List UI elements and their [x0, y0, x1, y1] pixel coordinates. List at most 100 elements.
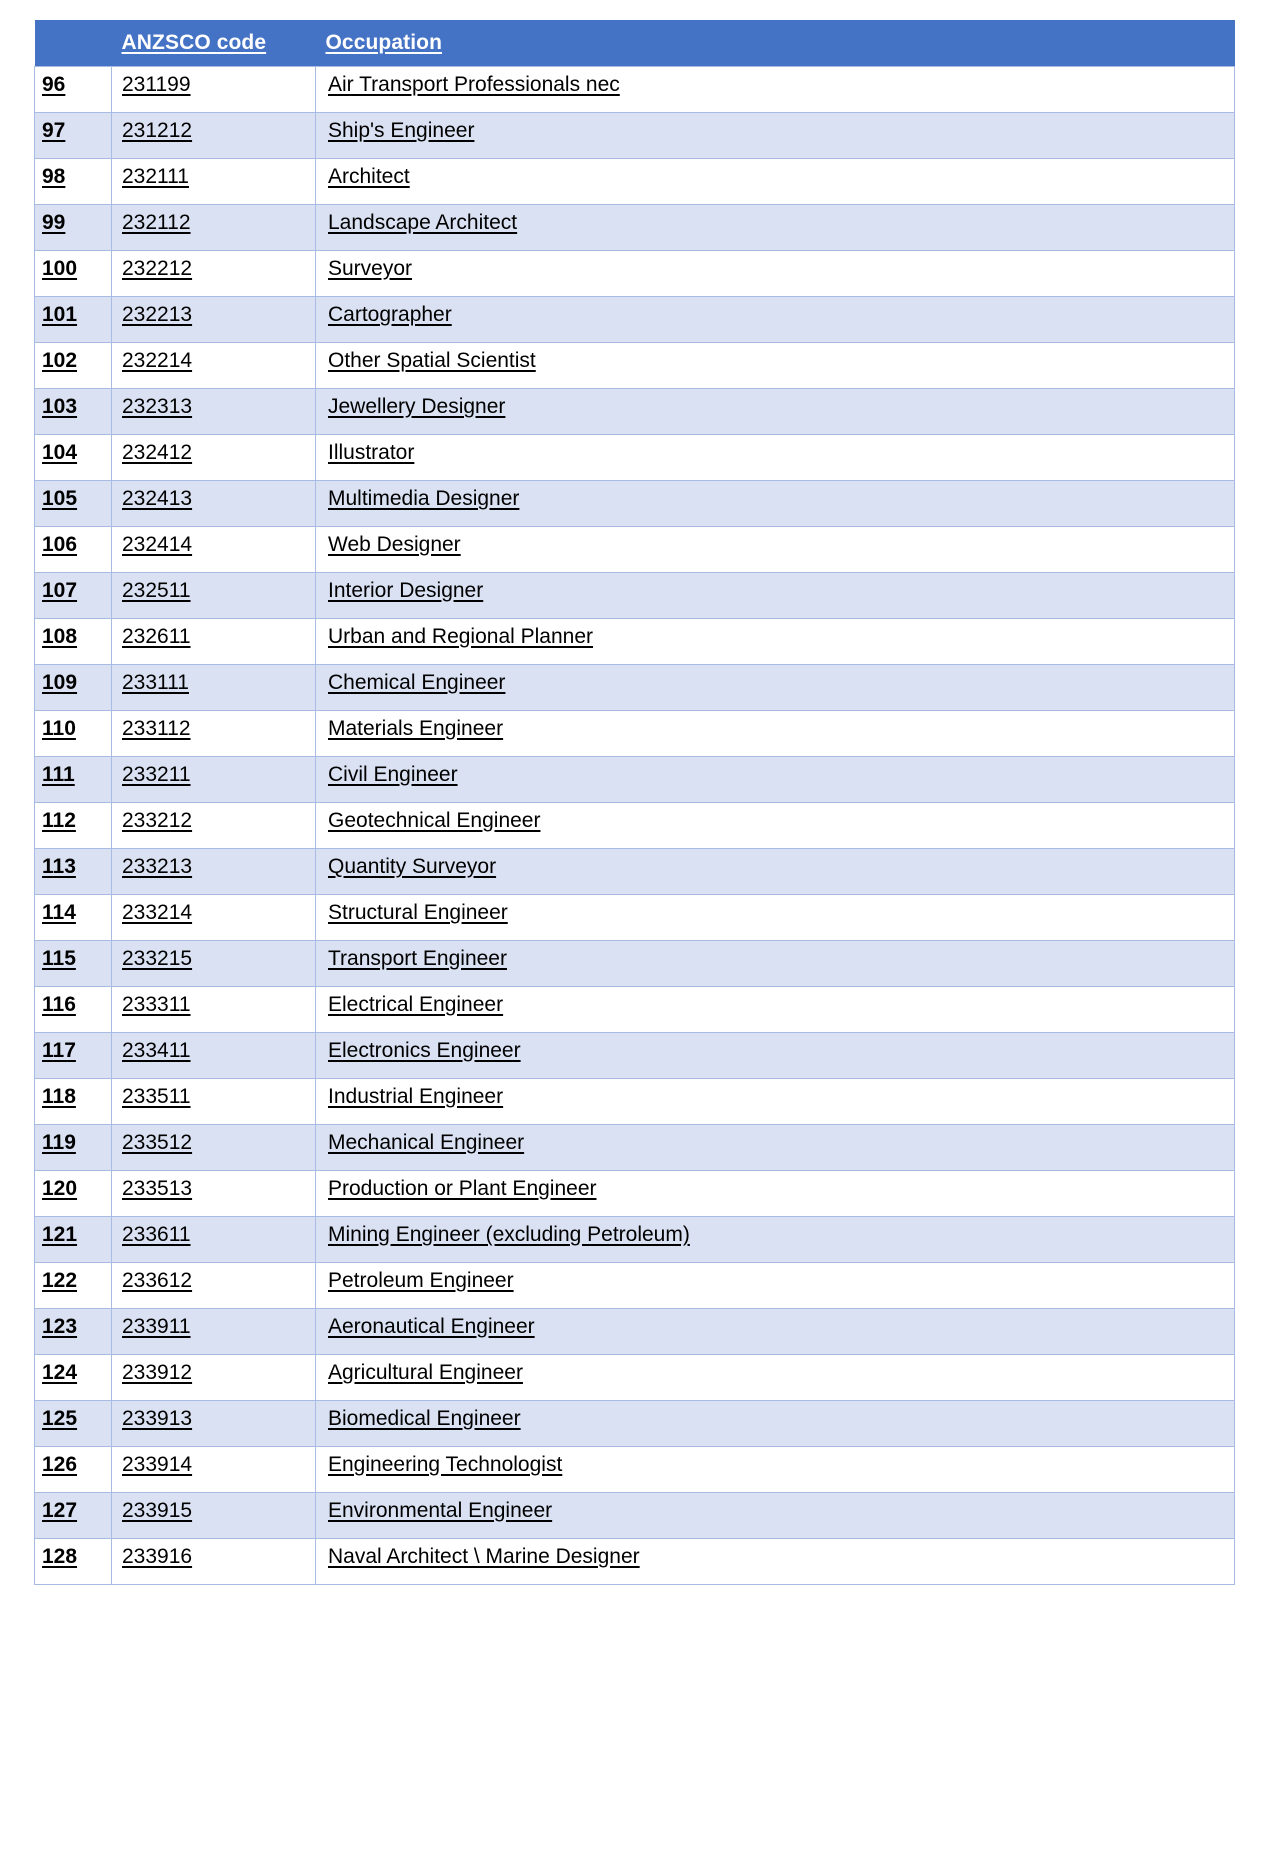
occupation-cell: Mechanical Engineer [315, 1124, 1235, 1171]
anzsco-code-cell: 233111 [111, 664, 316, 711]
row-index-cell-text: 121 [42, 1223, 78, 1246]
anzsco-code-cell-text: 233913 [122, 1407, 193, 1430]
occupation-cell-text: Biomedical Engineer [328, 1407, 521, 1430]
row-index-cell: 123 [34, 1308, 112, 1355]
table-row: 125 233913 Biomedical Engineer [34, 1400, 1235, 1447]
occupation-cell-text: Petroleum Engineer [328, 1269, 514, 1292]
occupation-cell-text: Civil Engineer [328, 763, 458, 786]
row-index-cell: 121 [34, 1216, 112, 1263]
table-row: 105 232413 Multimedia Designer [34, 480, 1235, 527]
table-row: 109 233111 Chemical Engineer [34, 664, 1235, 711]
table-row: 123 233911 Aeronautical Engineer [34, 1308, 1235, 1355]
row-index-cell: 124 [34, 1354, 112, 1401]
anzsco-code-cell-text: 233611 [122, 1223, 191, 1246]
anzsco-code-cell-text: 232511 [122, 579, 191, 602]
row-index-cell: 98 [34, 158, 112, 205]
row-index-cell-text: 108 [42, 625, 78, 648]
table-row: 112 233212 Geotechnical Engineer [34, 802, 1235, 849]
occupation-cell: Naval Architect \ Marine Designer [315, 1538, 1235, 1585]
row-index-cell: 125 [34, 1400, 112, 1447]
table-row: 96 231199 Air Transport Professionals nec [34, 66, 1235, 113]
anzsco-code-cell: 233511 [111, 1078, 316, 1125]
anzsco-code-cell-text: 233212 [122, 809, 193, 832]
row-index-cell-text: 100 [42, 257, 78, 280]
occupation-cell: Urban and Regional Planner [315, 618, 1235, 665]
occupation-cell-text: Air Transport Professionals nec [328, 73, 620, 96]
occupation-cell: Electrical Engineer [315, 986, 1235, 1033]
occupation-cell-text: Environmental Engineer [328, 1499, 553, 1522]
occupation-cell: Biomedical Engineer [315, 1400, 1235, 1447]
page-root: ANZSCO code Occupation 96 231199 Air Trans… [0, 0, 1270, 1854]
table-body: 96 231199 Air Transport Professionals nec 9… [34, 66, 1235, 1585]
row-index-cell-text: 106 [42, 533, 78, 556]
row-index-cell-text: 123 [42, 1315, 78, 1338]
anzsco-code-cell-text: 233211 [122, 763, 191, 786]
table-row: 97 231212 Ship's Engineer [34, 112, 1235, 159]
row-index-cell: 104 [34, 434, 112, 481]
row-index-cell-text: 115 [42, 947, 76, 970]
row-index-cell-text: 125 [42, 1407, 78, 1430]
row-index-cell: 110 [34, 710, 112, 757]
row-index-cell: 101 [34, 296, 112, 343]
anzsco-code-cell-text: 232214 [122, 349, 193, 372]
occupation-cell-text: Cartographer [328, 303, 452, 326]
anzsco-code-cell: 231212 [111, 112, 316, 159]
occupation-cell-text: Industrial Engineer [328, 1085, 504, 1108]
row-index-cell-text: 114 [42, 901, 76, 924]
anzsco-code-cell-text: 232611 [122, 625, 191, 648]
occupation-cell-text: Surveyor [328, 257, 413, 280]
anzsco-code-cell: 232412 [111, 434, 316, 481]
occupation-cell-text: Structural Engineer [328, 901, 508, 924]
row-index-cell: 126 [34, 1446, 112, 1493]
anzsco-code-cell: 232213 [111, 296, 316, 343]
row-index-cell: 118 [34, 1078, 112, 1125]
occupation-cell: Environmental Engineer [315, 1492, 1235, 1539]
row-index-cell: 120 [34, 1170, 112, 1217]
table-row: 114 233214 Structural Engineer [34, 894, 1235, 941]
occupation-cell: Architect [315, 158, 1235, 205]
table-row: 104 232412 Illustrator [34, 434, 1235, 481]
anzsco-code-cell-text: 231212 [122, 119, 193, 142]
row-index-cell: 100 [34, 250, 112, 297]
anzsco-code-cell-text: 233213 [122, 855, 193, 878]
row-index-cell: 119 [34, 1124, 112, 1171]
table-row: 113 233213 Quantity Surveyor [34, 848, 1235, 895]
occupation-cell: Surveyor [315, 250, 1235, 297]
anzsco-code-cell-text: 233215 [122, 947, 193, 970]
anzsco-code-cell: 233213 [111, 848, 316, 895]
anzsco-code-cell-text: 233111 [122, 671, 189, 694]
row-index-cell: 97 [34, 112, 112, 159]
row-index-cell: 117 [34, 1032, 112, 1079]
anzsco-code-cell: 233611 [111, 1216, 316, 1263]
occupation-cell: Landscape Architect [315, 204, 1235, 251]
occupation-cell: Transport Engineer [315, 940, 1235, 987]
table-row: 126 233914 Engineering Technologist [34, 1446, 1235, 1493]
anzsco-code-cell: 232611 [111, 618, 316, 665]
anzsco-code-cell-text: 233112 [122, 717, 191, 740]
table-row: 128 233916 Naval Architect \ Marine Design… [34, 1538, 1235, 1585]
occupation-cell-text: Landscape Architect [328, 211, 518, 234]
row-index-cell: 109 [34, 664, 112, 711]
table-row: 118 233511 Industrial Engineer [34, 1078, 1235, 1125]
anzsco-code-cell: 233311 [111, 986, 316, 1033]
anzsco-code-cell-text: 232414 [122, 533, 193, 556]
anzsco-code-cell: 232313 [111, 388, 316, 435]
anzsco-code-cell-text: 233911 [122, 1315, 191, 1338]
occupation-cell-text: Transport Engineer [328, 947, 507, 970]
anzsco-code-cell: 232111 [111, 158, 316, 205]
column-header-occupation: Occupation [315, 20, 1235, 67]
row-index-cell-text: 97 [42, 119, 66, 142]
row-index-cell-text: 99 [42, 211, 66, 234]
anzsco-code-cell: 233911 [111, 1308, 316, 1355]
occupation-cell: Aeronautical Engineer [315, 1308, 1235, 1355]
table-row: 99 232112 Landscape Architect [34, 204, 1235, 251]
occupation-cell: Chemical Engineer [315, 664, 1235, 711]
occupation-cell: Production or Plant Engineer [315, 1170, 1235, 1217]
row-index-cell-text: 111 [42, 763, 75, 786]
row-index-cell-text: 107 [42, 579, 78, 602]
row-index-cell: 103 [34, 388, 112, 435]
anzsco-code-cell: 232212 [111, 250, 316, 297]
table-row: 110 233112 Materials Engineer [34, 710, 1235, 757]
occupation-cell-text: Naval Architect \ Marine Designer [328, 1545, 640, 1568]
anzsco-code-cell: 233215 [111, 940, 316, 987]
